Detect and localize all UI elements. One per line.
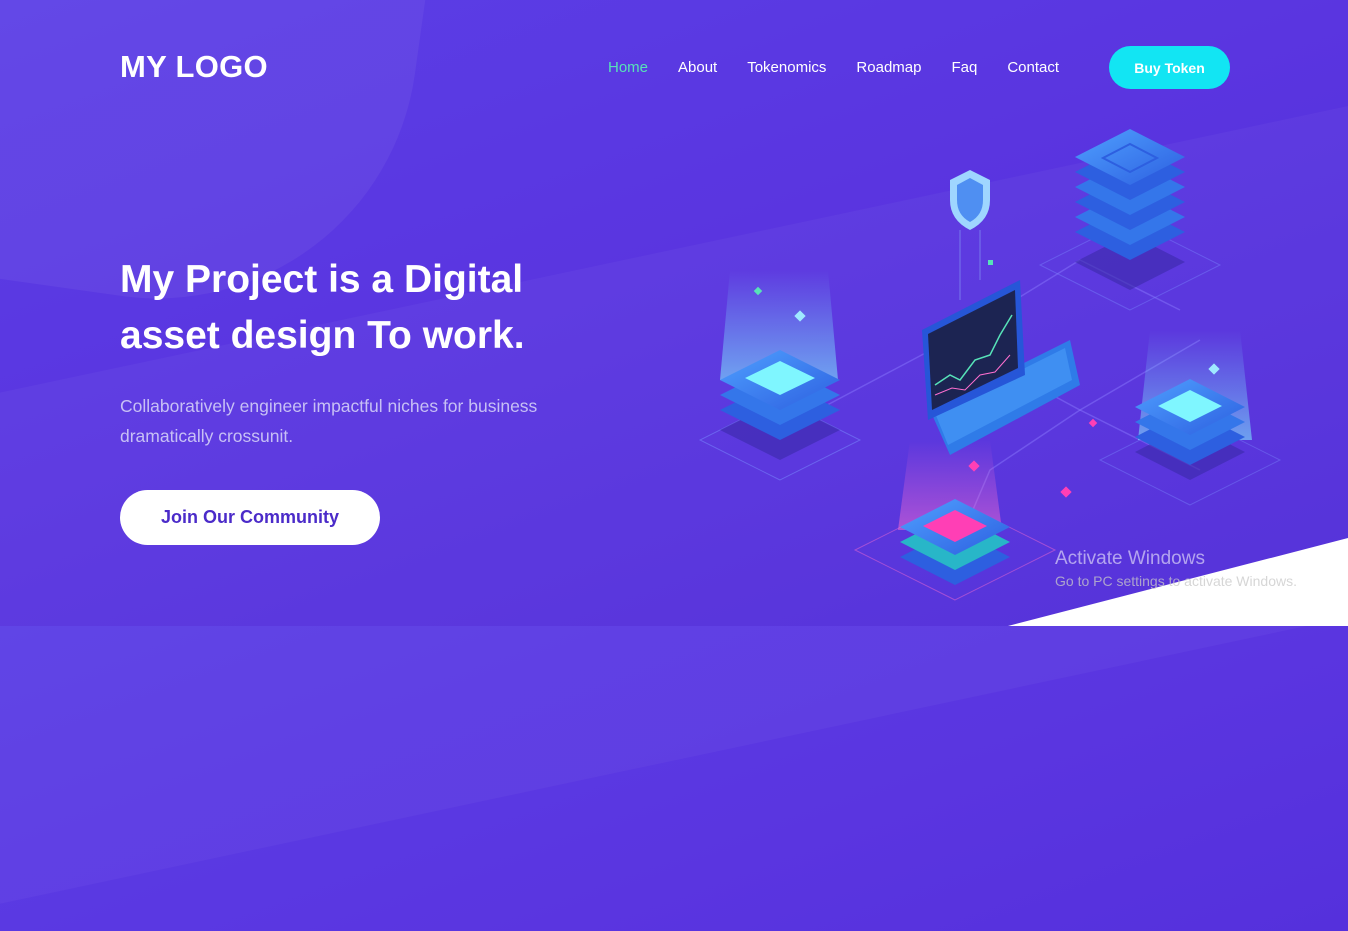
server-stack-icon-top (1038, 129, 1222, 311)
nav-item-home[interactable]: Home (608, 59, 648, 76)
nav-item-contact[interactable]: Contact (1007, 59, 1059, 76)
hero-title: My Project is a Digital asset design To … (120, 252, 640, 364)
hero-illustration (698, 129, 1282, 601)
watermark-subtitle: Go to PC settings to activate Windows. (1055, 573, 1297, 589)
server-stack-icon-right (1098, 330, 1282, 506)
nav-item-roadmap[interactable]: Roadmap (856, 59, 921, 76)
activate-windows-watermark: Activate Windows Go to PC settings to ac… (1055, 548, 1297, 589)
laptop-chart-icon (922, 280, 1080, 455)
nav-item-faq[interactable]: Faq (951, 59, 977, 76)
hero-description: Collaboratively engineer impactful niche… (120, 391, 580, 451)
hero-description-line-2: dramatically crossunit. (120, 426, 294, 446)
join-community-button[interactable]: Join Our Community (120, 490, 380, 545)
server-stack-icon-bottom (853, 440, 1057, 601)
hero-title-line-2: asset design To work. (120, 314, 525, 357)
shield-icon (950, 170, 990, 300)
server-stack-icon-left (698, 270, 862, 481)
hero-description-line-1: Collaboratively engineer impactful niche… (120, 396, 538, 416)
watermark-title: Activate Windows (1055, 548, 1205, 569)
buy-token-button[interactable]: Buy Token (1109, 46, 1230, 89)
nav-item-tokenomics[interactable]: Tokenomics (747, 59, 826, 76)
hero-title-line-1: My Project is a Digital (120, 258, 524, 301)
main-nav: Home About Tokenomics Roadmap Faq Contac… (608, 59, 1089, 76)
nav-item-about[interactable]: About (678, 59, 717, 76)
site-logo[interactable]: MY LOGO (120, 49, 268, 85)
